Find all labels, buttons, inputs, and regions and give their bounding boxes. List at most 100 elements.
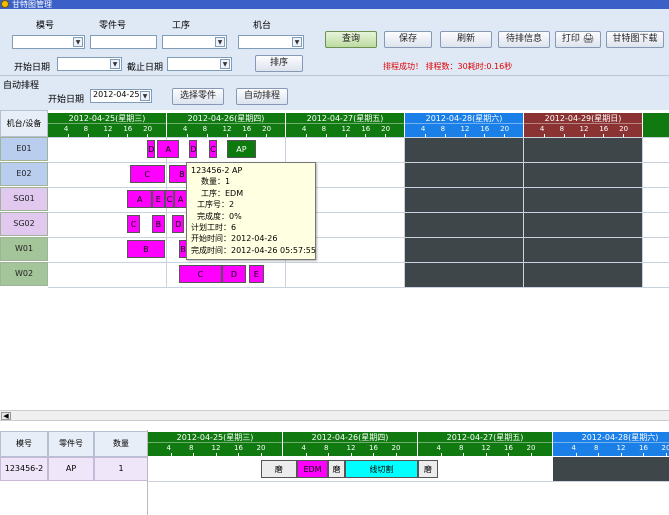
hour-tick-label: 20 [526,444,536,452]
day-title: 2012-04-28(星期六) [405,113,523,124]
machine-row-label[interactable]: W02 [0,262,48,286]
row-gridline [48,187,669,188]
gantt-task-bar[interactable]: E [248,265,264,283]
calendar-dropdown-icon[interactable]: ▼ [110,59,120,69]
hour-tick-label: 12 [481,444,491,452]
day-gridline [404,137,405,287]
save-button[interactable]: 保存 [384,31,432,48]
hour-tick-mark [530,453,532,456]
machine-column: 机台/设备 E01 E02 SG01 SG02 W01 W02 [0,110,48,410]
weekend-block [553,457,669,481]
part-process-bar[interactable]: 线切割 [344,460,418,478]
gantt-task-bar[interactable]: E [152,190,165,208]
pending-info-button[interactable]: 待排信息 [498,31,550,48]
hour-tick-mark [665,453,667,456]
day-title: 2012-04-25(星期三) [48,113,166,124]
hour-tick-label: 20 [143,125,153,133]
part-process-bar[interactable]: 磨 [328,460,345,478]
day-gridline [166,137,167,287]
gantt-task-bar[interactable]: AP [226,140,257,158]
gantt-task-bar[interactable]: C [209,140,217,158]
gantt-task-bar[interactable]: D [147,140,155,158]
mold-select[interactable]: ▼ [12,35,85,49]
chevron-down-icon[interactable]: ▼ [292,37,302,47]
machine-header: 机台/设备 [0,110,48,137]
bottom-day-title: 2012-04-26(星期四) [283,432,417,443]
row-gridline [48,287,669,288]
hour-tick-label: 8 [202,125,208,133]
hour-tick-label: 16 [369,444,378,452]
status-message: 排程成功！ 排程数：30耗时:0.16秒 [383,62,513,71]
auto-start-date-picker[interactable]: 2012-04-25 ▼ [90,89,152,103]
machine-select[interactable]: ▼ [238,35,304,49]
gantt-task-bar[interactable]: D [189,140,197,158]
calendar-dropdown-icon[interactable]: ▼ [220,59,230,69]
gantt-task-bar[interactable]: D [221,265,247,283]
day-header: 2012-04-28(星期六) 4 8 12 16 20 [405,113,523,137]
hour-tick-mark [395,453,397,456]
end-date-picker[interactable]: ▼ [167,57,232,71]
hour-tick-label: 12 [103,125,113,133]
gantt-download-button[interactable]: 甘特图下载 [606,31,664,48]
gantt-task-bar[interactable]: D [171,215,185,233]
hour-tick-mark [598,453,599,456]
day-header: 2012-04-25(星期三) 4 8 12 16 20 [48,113,166,137]
row-gridline [48,162,669,163]
machine-row-label[interactable]: SG01 [0,187,48,211]
hour-tick-label: 8 [189,444,194,452]
machine-row-label[interactable]: E01 [0,137,48,161]
part-process-bar[interactable]: 磨 [260,460,298,478]
hour-tick-mark [350,453,352,456]
process-label: 工序 [172,21,191,31]
gantt-task-bar[interactable]: C [127,215,140,233]
chevron-down-icon[interactable]: ▼ [73,37,83,47]
auto-schedule-section-label: 自动排程 [3,81,40,91]
tooltip-end-time: 完成时间：2012-04-26 05:57:55 [191,245,316,255]
part-process-bar[interactable]: EDM [297,460,328,478]
printer-icon: 🖨 [582,34,595,44]
process-select[interactable]: ▼ [162,35,227,49]
machine-row-label[interactable]: SG02 [0,212,48,236]
start-date-picker[interactable]: ▼ [57,57,122,71]
gantt-task-bar[interactable]: A [157,140,180,158]
print-label: 打印 [561,34,580,44]
bottom-day-title: 2012-04-27(星期五) [418,432,552,443]
row-gridline [48,212,669,213]
day-header: 2012-04-27(星期五) 4 8 12 16 20 [286,113,404,137]
gantt-task-bar[interactable]: C [129,165,165,183]
part-input[interactable] [90,35,157,49]
hour-tick-mark [620,453,622,456]
tooltip-completion: 完成度：0% [197,211,242,221]
print-button[interactable]: 打印 🖨 [555,31,601,48]
row-gridline [48,237,669,238]
hour-tick-label: 20 [500,125,510,133]
hour-tick-label: 8 [440,125,446,133]
gantt-task-bar[interactable]: A [127,190,153,208]
gantt-task-bar[interactable]: C [179,265,222,283]
part-process-bar[interactable]: 磨 [418,460,438,478]
hour-tick-label: 8 [324,444,329,452]
scroll-left-icon[interactable]: ◀ [1,412,11,420]
hour-tick-label: 20 [391,444,401,452]
refresh-button[interactable]: 刷新 [440,31,492,48]
day-header-next [643,113,669,137]
hour-tick-mark [170,453,172,456]
query-button[interactable]: 查询 [325,31,377,48]
sort-button[interactable]: 排序 [255,55,303,72]
hour-tick-mark [215,453,217,456]
hour-tick-mark [238,453,239,456]
auto-schedule-button[interactable]: 自动排程 [236,88,288,105]
machine-row-label[interactable]: E02 [0,162,48,186]
calendar-dropdown-icon[interactable]: ▼ [140,91,150,101]
horizontal-scrollbar[interactable]: ◀ [0,410,669,421]
select-part-button[interactable]: 选择零件 [172,88,224,105]
gantt-task-bar[interactable]: C [164,190,175,208]
gantt-task-bar[interactable]: B [127,240,165,258]
hour-tick-mark [305,453,307,456]
gantt-task-bar[interactable]: B [152,215,165,233]
filter-panel: 模号 零件号 工序 机台 ▼ ▼ ▼ 开始日期 ▼ 截止日期 ▼ 排序 查询 保… [0,9,669,110]
machine-row-label[interactable]: W01 [0,237,48,261]
chevron-down-icon[interactable]: ▼ [215,37,225,47]
gantt-task-bar[interactable]: A [174,190,187,208]
hour-tick-label: 16 [234,444,243,452]
